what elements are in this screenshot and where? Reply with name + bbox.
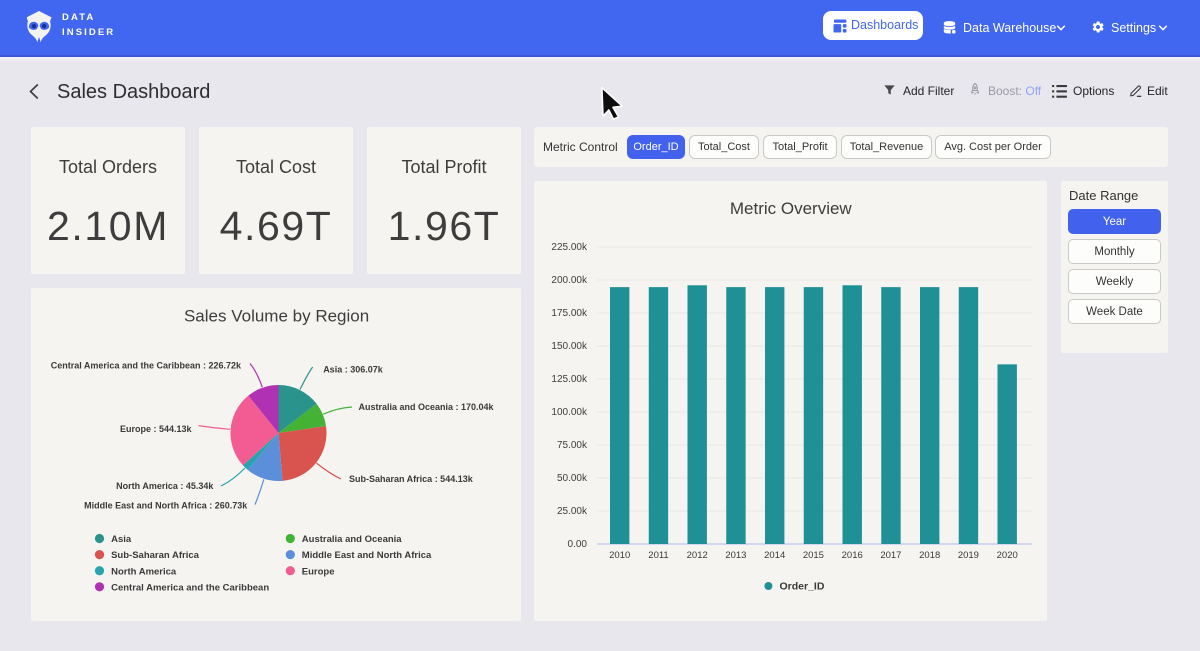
svg-text:2019: 2019 — [958, 550, 979, 561]
svg-text:225.00k: 225.00k — [551, 242, 588, 253]
svg-text:2013: 2013 — [725, 550, 746, 561]
svg-text:50.00k: 50.00k — [557, 473, 588, 484]
svg-text:Sub-Saharan Africa: Sub-Saharan Africa — [111, 550, 200, 561]
svg-text:25.00k: 25.00k — [557, 506, 588, 517]
svg-text:2018: 2018 — [919, 550, 940, 561]
svg-text:Asia : 306.07k: Asia : 306.07k — [323, 364, 384, 374]
svg-text:2016: 2016 — [842, 550, 863, 561]
svg-text:150.00k: 150.00k — [551, 341, 588, 352]
svg-text:2020: 2020 — [997, 550, 1018, 561]
svg-text:175.00k: 175.00k — [551, 308, 588, 319]
svg-text:2014: 2014 — [764, 550, 785, 561]
svg-text:Order_ID: Order_ID — [780, 581, 825, 593]
svg-text:Sales Volume by Region: Sales Volume by Region — [184, 307, 369, 326]
svg-text:Sub-Saharan Africa : 544.13k: Sub-Saharan Africa : 544.13k — [349, 474, 474, 484]
svg-text:125.00k: 125.00k — [551, 374, 588, 385]
svg-text:100.00k: 100.00k — [551, 407, 588, 418]
svg-text:Metric Overview: Metric Overview — [730, 199, 853, 218]
svg-text:200.00k: 200.00k — [551, 275, 588, 286]
svg-text:2010: 2010 — [609, 550, 630, 561]
svg-text:Central America and the Caribb: Central America and the Caribbean — [111, 582, 269, 593]
svg-text:Middle East and North Africa :: Middle East and North Africa : 260.73k — [84, 501, 248, 511]
svg-text:Middle East and North Africa: Middle East and North Africa — [302, 550, 432, 561]
svg-text:2011: 2011 — [648, 550, 668, 561]
svg-text:Australia and Oceania: Australia and Oceania — [302, 534, 403, 545]
svg-text:2017: 2017 — [880, 550, 901, 561]
svg-text:75.00k: 75.00k — [557, 440, 588, 451]
svg-text:Central America and the Caribb: Central America and the Caribbean : 226.… — [51, 361, 242, 371]
svg-text:North America : 45.34k: North America : 45.34k — [116, 481, 214, 491]
svg-text:Asia: Asia — [111, 534, 132, 545]
svg-text:North America: North America — [111, 566, 177, 577]
svg-text:2015: 2015 — [803, 550, 824, 561]
svg-text:2012: 2012 — [687, 550, 708, 561]
svg-text:0.00: 0.00 — [568, 539, 588, 550]
svg-text:Europe: Europe — [302, 566, 335, 577]
svg-text:Europe : 544.13k: Europe : 544.13k — [120, 424, 193, 434]
svg-text:Australia and Oceania : 170.04: Australia and Oceania : 170.04k — [359, 402, 495, 412]
